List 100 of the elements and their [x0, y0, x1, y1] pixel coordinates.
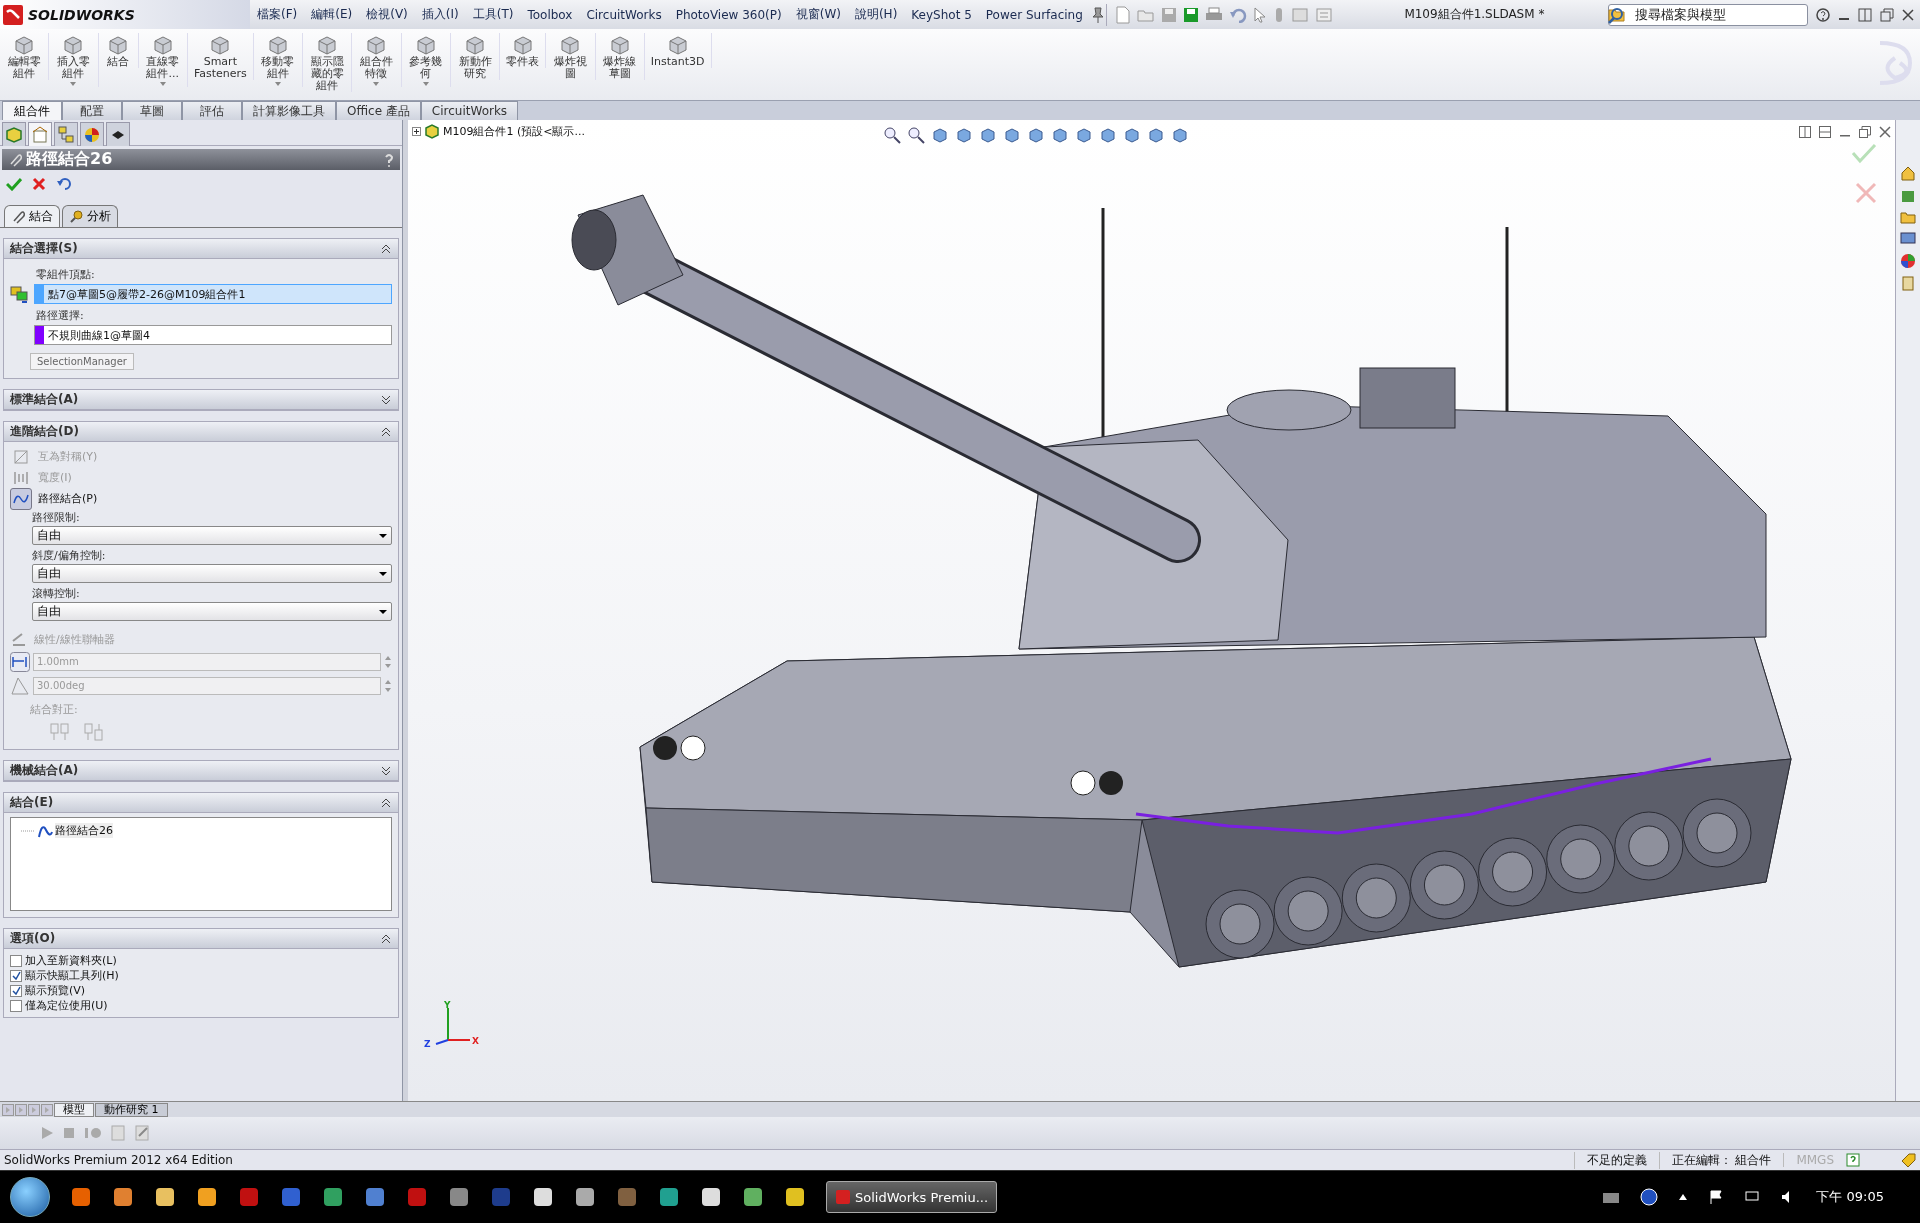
expand-icon[interactable]: [412, 126, 421, 136]
manager-tab[interactable]: [106, 122, 130, 146]
pointer-icon[interactable]: [1252, 6, 1267, 23]
ribbon-tab[interactable]: 草圖: [122, 101, 182, 120]
toolbar-button[interactable]: 爆炸視圖: [546, 33, 596, 80]
print-icon[interactable]: [1204, 6, 1223, 23]
tag-icon[interactable]: [1900, 1152, 1916, 1168]
checkbox[interactable]: [10, 999, 22, 1012]
toolbar-button[interactable]: 插入零組件: [49, 33, 99, 87]
document-tab[interactable]: 模型: [54, 1102, 94, 1117]
close-icon[interactable]: [1902, 8, 1914, 21]
menu-item[interactable]: Power Surfacing: [978, 7, 1090, 22]
search-field[interactable]: 搜尋檔案與模型: [1608, 3, 1808, 26]
document-tab[interactable]: 動作研究 1: [95, 1102, 168, 1117]
flag-icon[interactable]: [1708, 1189, 1725, 1205]
section-header[interactable]: 選項(O): [4, 929, 398, 949]
close-icon[interactable]: [1879, 126, 1891, 138]
menu-item[interactable]: Toolbox: [520, 7, 580, 22]
restore-icon[interactable]: [1859, 126, 1871, 138]
taskbar-app-icon[interactable]: [112, 1186, 134, 1208]
taskbar-app-icon[interactable]: [784, 1186, 806, 1208]
toolbar-button[interactable]: Instant3D: [644, 33, 712, 68]
help-icon[interactable]: [1816, 6, 1830, 23]
clipboard-icon[interactable]: [1900, 275, 1916, 291]
undo-icon[interactable]: [56, 177, 72, 191]
toolbar-button[interactable]: 爆炸線草圖: [595, 33, 645, 80]
toolbar-button[interactable]: 直線零組件...: [138, 33, 188, 87]
taskbar-app-icon[interactable]: [322, 1186, 344, 1208]
toolbar-button[interactable]: Smart Fasteners: [187, 33, 254, 80]
taskbar-app-icon[interactable]: [574, 1186, 596, 1208]
keyboard-icon[interactable]: [1602, 1190, 1621, 1204]
menu-item[interactable]: 檢視(V): [359, 6, 415, 23]
menu-item[interactable]: 編輯(E): [304, 6, 360, 23]
mate-list-item[interactable]: 路徑結合26: [55, 822, 113, 838]
menu-item[interactable]: 插入(I): [414, 6, 466, 23]
toolbar-button[interactable]: 移動零組件: [253, 33, 304, 87]
toolbar-button[interactable]: 參考幾何: [401, 33, 451, 87]
section-header[interactable]: 結合選擇(S): [4, 239, 398, 259]
color-wheel-icon[interactable]: [1900, 253, 1916, 269]
tile-icon[interactable]: [1858, 7, 1872, 22]
taskbar-app-icon[interactable]: [196, 1186, 218, 1208]
selection-manager-button[interactable]: SelectionManager: [30, 353, 134, 370]
taskbar-app-icon[interactable]: [154, 1186, 176, 1208]
ribbon-tab[interactable]: Office 產品: [336, 101, 421, 120]
ok-icon[interactable]: [6, 177, 22, 191]
taskbar-app-icon[interactable]: [658, 1186, 680, 1208]
zoom-fit-icon[interactable]: [883, 126, 901, 144]
toolbar-button[interactable]: 編輯零組件: [0, 33, 50, 80]
ribbon-tab[interactable]: 計算影像工具: [242, 101, 336, 120]
ribbon-tab[interactable]: 組合件: [2, 101, 62, 120]
ribbon-tab[interactable]: 配置: [62, 101, 122, 120]
start-button[interactable]: [10, 1177, 50, 1217]
taskbar-window-button[interactable]: SolidWorks Premiu...: [826, 1181, 998, 1213]
monitor-icon[interactable]: [1900, 231, 1916, 247]
toolbar-button[interactable]: 零件表: [500, 33, 547, 68]
dropdown[interactable]: 自由: [32, 602, 392, 621]
menu-item[interactable]: KeyShot 5: [904, 7, 979, 22]
search-icon[interactable]: [1608, 7, 1624, 24]
menu-item[interactable]: 工具(T): [465, 6, 521, 23]
taskbar-app-icon[interactable]: [70, 1186, 92, 1208]
menu-item[interactable]: 視窗(W): [788, 6, 848, 23]
save-icon[interactable]: [1182, 6, 1199, 23]
toolbar-button[interactable]: 顯示隱藏的零組件: [303, 33, 353, 92]
dropdown[interactable]: 自由: [32, 564, 392, 583]
menu-item[interactable]: PhotoView 360(P): [668, 7, 789, 22]
checkbox[interactable]: [10, 984, 22, 997]
folder-icon[interactable]: [1900, 209, 1916, 225]
selection-field[interactable]: 不規則曲線1@草圖4: [34, 325, 392, 345]
tile-icon[interactable]: [1819, 126, 1831, 138]
selection-field[interactable]: 點7@草圖5@履帶2-26@M109組合件1: [34, 284, 392, 304]
ribbon-tab[interactable]: 評估: [182, 101, 242, 120]
show-hidden-icon[interactable]: [1678, 1192, 1689, 1202]
undo-icon[interactable]: [1228, 6, 1247, 23]
mate-type-button[interactable]: [10, 487, 32, 510]
taskbar-app-icon[interactable]: [448, 1186, 470, 1208]
edit-icon[interactable]: [134, 1125, 150, 1141]
restore-icon[interactable]: [1880, 7, 1894, 22]
home-icon[interactable]: [1900, 165, 1916, 181]
toolbar-button[interactable]: 組合件特徵: [352, 33, 402, 87]
checkbox[interactable]: [10, 954, 22, 967]
panel-tab[interactable]: 分析: [62, 205, 118, 227]
tile-icon[interactable]: [1799, 126, 1811, 138]
feature-tree-label[interactable]: M109組合件1 (預設<顯示...: [443, 123, 585, 139]
ribbon-tab[interactable]: CircuitWorks: [420, 101, 519, 120]
section-header[interactable]: 機械結合(A): [4, 761, 398, 781]
section-header[interactable]: 結合(E): [4, 793, 398, 813]
cancel-icon[interactable]: [32, 177, 46, 191]
checkbox[interactable]: [10, 969, 22, 982]
toolbar-button[interactable]: 新動作研究: [450, 33, 501, 80]
section-header[interactable]: 進階結合(D): [4, 422, 398, 442]
taskbar-app-icon[interactable]: [532, 1186, 554, 1208]
taskbar-app-icon[interactable]: [700, 1186, 722, 1208]
menu-item[interactable]: 說明(H): [847, 6, 905, 23]
dropdown[interactable]: 自由: [32, 526, 392, 545]
taskbar-app-icon[interactable]: [742, 1186, 764, 1208]
toolbar-button[interactable]: 結合: [98, 33, 139, 68]
menu-item[interactable]: 檔案(F): [250, 6, 305, 23]
menu-item[interactable]: CircuitWorks: [579, 7, 669, 22]
zoom-area-icon[interactable]: [907, 126, 925, 144]
section-header[interactable]: 標準結合(A): [4, 390, 398, 410]
